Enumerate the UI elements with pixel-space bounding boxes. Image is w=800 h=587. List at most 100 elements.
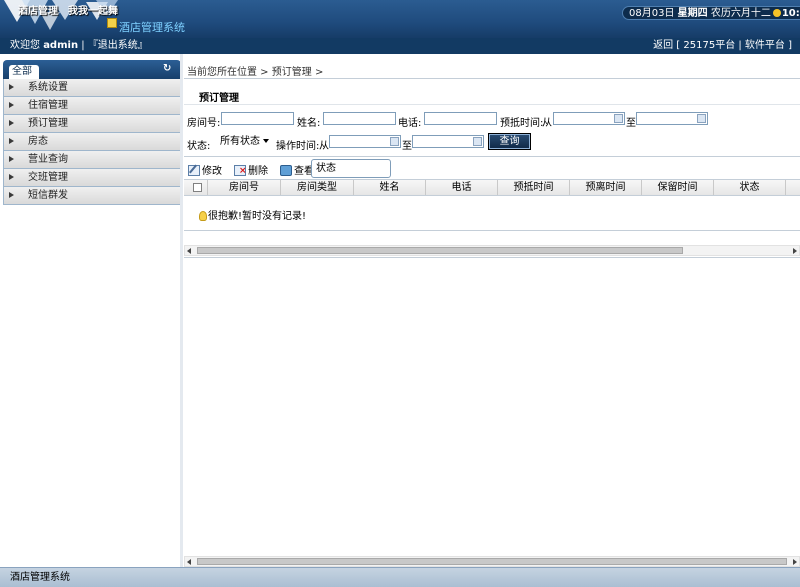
- column-header[interactable]: 电话: [426, 180, 498, 195]
- weekday-text: 星期四: [677, 8, 708, 19]
- status-field[interactable]: 状态: [311, 159, 391, 178]
- sidebar-item-label: 营业查询: [28, 154, 68, 165]
- breadcrumb-prefix: 当前您所在位置 >: [187, 67, 269, 78]
- room-no-input[interactable]: [221, 112, 294, 125]
- phone-input[interactable]: [424, 112, 497, 125]
- name-label: 姓名:: [297, 118, 321, 129]
- sidebar-item-label: 短信群发: [28, 190, 68, 201]
- sidebar-item-label: 房态: [28, 136, 48, 147]
- datetime-display: 08月03日 星期四 农历六月十二 10:46: [622, 6, 800, 20]
- scroll-thumb[interactable]: [197, 247, 683, 254]
- back-link[interactable]: 返回: [653, 40, 673, 51]
- breadcrumb-suffix: >: [314, 67, 324, 78]
- welcome-text: 欢迎您: [10, 40, 40, 51]
- delete-button[interactable]: 删除: [234, 162, 268, 177]
- logout-link[interactable]: 『退出系统』: [88, 40, 148, 51]
- sidebar-item-business-query[interactable]: 营业查询: [3, 151, 181, 169]
- sidebar-item-lodging[interactable]: 住宿管理: [3, 97, 181, 115]
- edit-button[interactable]: 修改: [188, 162, 222, 177]
- triangle-right-icon: [9, 102, 14, 108]
- column-header[interactable]: 预离时间: [570, 180, 642, 195]
- query-button[interactable]: 查询: [488, 133, 531, 150]
- op-time-label: 操作时间:: [276, 141, 320, 152]
- arrive-time-label: 预抵时间:: [500, 118, 544, 129]
- column-header[interactable]: 状态: [714, 180, 786, 195]
- op-to-date[interactable]: [412, 135, 484, 148]
- clock-icon: [772, 9, 781, 17]
- breadcrumb: 当前您所在位置 > 预订管理 >: [187, 63, 323, 78]
- calendar-icon[interactable]: [697, 114, 706, 123]
- time-text: 10:46: [781, 8, 800, 19]
- calendar-icon[interactable]: [614, 114, 623, 123]
- arrive-to-date[interactable]: [636, 112, 708, 125]
- triangle-right-icon: [9, 84, 14, 90]
- scroll-left-icon[interactable]: [187, 559, 191, 565]
- status-select-value: 所有状态: [220, 136, 260, 147]
- logo-text-secondary: 我我一起舞: [68, 6, 118, 17]
- view-icon: [280, 165, 292, 176]
- divider: [184, 156, 800, 157]
- calendar-icon[interactable]: [390, 137, 399, 146]
- system-title: 酒店管理系统: [119, 21, 185, 34]
- triangle-right-icon: [9, 138, 14, 144]
- empty-message-text: 很抱歉!暂时没有记录!: [208, 211, 307, 222]
- status-select[interactable]: 所有状态: [216, 134, 272, 149]
- calendar-icon[interactable]: [473, 137, 482, 146]
- chevron-down-icon: [263, 139, 269, 143]
- platform-links[interactable]: [ 25175平台 | 软件平台 ]: [676, 40, 792, 51]
- sidebar-item-system-settings[interactable]: 系统设置: [3, 79, 181, 97]
- scroll-right-icon[interactable]: [793, 248, 797, 254]
- to-label: 至: [402, 141, 412, 152]
- status-label: 状态:: [187, 141, 211, 152]
- column-header[interactable]: 姓名: [354, 180, 426, 195]
- breadcrumb-current: 预订管理: [271, 67, 312, 78]
- scroll-right-icon[interactable]: [793, 559, 797, 565]
- sidebar-item-label: 预订管理: [28, 118, 68, 129]
- page-title: 预订管理: [199, 93, 239, 104]
- table-header: 房间号 房间类型 姓名 电话 预抵时间 预离时间 保留时间 状态: [184, 179, 800, 196]
- sidebar-divider[interactable]: [180, 54, 183, 567]
- separator: |: [81, 40, 85, 51]
- table-horizontal-scrollbar[interactable]: [184, 245, 800, 256]
- select-all-checkbox[interactable]: [193, 183, 202, 192]
- sidebar-header: 全部 ↻: [3, 60, 181, 79]
- delete-label: 删除: [248, 166, 268, 177]
- scroll-left-icon[interactable]: [187, 248, 191, 254]
- edit-label: 修改: [202, 166, 222, 177]
- column-header[interactable]: 房间号: [208, 180, 281, 195]
- username: admin: [43, 40, 79, 51]
- column-header[interactable]: 预抵时间: [498, 180, 570, 195]
- op-from-date[interactable]: [329, 135, 401, 148]
- sidebar-item-label: 交班管理: [28, 172, 68, 183]
- scroll-thumb[interactable]: [197, 558, 787, 565]
- column-header[interactable]: 保留时间: [642, 180, 714, 195]
- sidebar-item-label: 住宿管理: [28, 100, 68, 111]
- sidebar-item-label: 系统设置: [28, 82, 68, 93]
- sidebar-item-sms[interactable]: 短信群发: [3, 187, 181, 205]
- delete-icon: [234, 165, 247, 176]
- triangle-right-icon: [9, 174, 14, 180]
- divider: [184, 104, 800, 105]
- sidebar-item-room-status[interactable]: 房态: [3, 133, 181, 151]
- triangle-right-icon: [9, 120, 14, 126]
- name-input[interactable]: [323, 112, 396, 125]
- app-header: 酒店管理 我我一起舞 酒店管理系统 08月03日 星期四 农历六月十二 10:46: [0, 0, 800, 38]
- refresh-icon[interactable]: ↻: [163, 64, 173, 74]
- edit-icon: [188, 165, 200, 176]
- view-button[interactable]: 查看: [280, 162, 314, 177]
- lightbulb-icon: [199, 211, 207, 221]
- from-label: 从: [319, 141, 329, 152]
- sidebar-item-shift[interactable]: 交班管理: [3, 169, 181, 187]
- user-bar: 欢迎您 admin | 『退出系统』 返回 [ 25175平台 | 软件平台 ]: [0, 38, 800, 54]
- triangle-right-icon: [9, 192, 14, 198]
- column-header[interactable]: 房间类型: [281, 180, 354, 195]
- page-horizontal-scrollbar[interactable]: [184, 556, 800, 567]
- divider: [184, 230, 800, 231]
- divider: [184, 78, 800, 79]
- arrive-from-date[interactable]: [553, 112, 625, 125]
- tab-all[interactable]: 全部: [9, 65, 39, 79]
- sidebar-item-reservation[interactable]: 预订管理: [3, 115, 181, 133]
- sidebar: 全部 ↻ 系统设置 住宿管理 预订管理 房态 营业查询 交班管理 短信群发: [3, 60, 181, 205]
- select-all-cell: [184, 180, 208, 195]
- phone-label: 电话:: [398, 118, 422, 129]
